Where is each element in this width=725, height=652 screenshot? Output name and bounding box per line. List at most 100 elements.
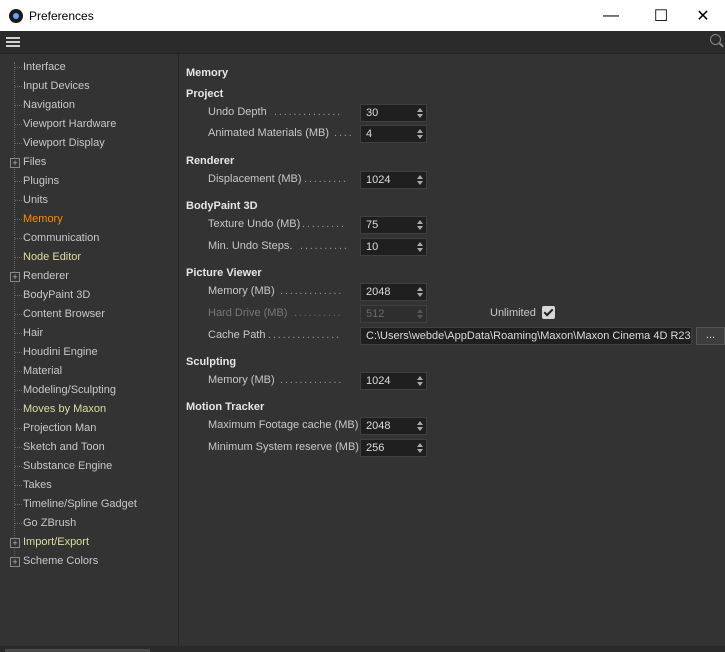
sidebar-item-node-editor[interactable]: Node Editor: [0, 248, 178, 267]
sidebar-item-label: Modeling/Sculpting: [23, 384, 116, 396]
stepper-arrows-icon[interactable]: [417, 442, 423, 454]
page-title: Memory: [186, 67, 229, 79]
sidebar-item-interface[interactable]: Interface: [0, 58, 178, 77]
sidebar-item-bodypaint-3d[interactable]: BodyPaint 3D: [0, 286, 178, 305]
sidebar-item-hair[interactable]: Hair: [0, 324, 178, 343]
sidebar-item-projection-man[interactable]: Projection Man: [0, 419, 178, 438]
expand-plus-icon[interactable]: +: [10, 538, 20, 548]
max-footage-label: Maximum Footage cache (MB): [208, 419, 359, 431]
section-heading-motion-tracker: Motion Tracker: [186, 401, 265, 413]
sidebar-item-label: Units: [23, 194, 49, 206]
expand-plus-icon[interactable]: +: [10, 557, 20, 567]
stepper-arrows-icon[interactable]: [417, 174, 423, 186]
sidebar-item-label: Viewport Hardware: [23, 118, 117, 130]
sidebar-item-viewport-display[interactable]: Viewport Display: [0, 134, 178, 153]
tree-branch-line: [15, 314, 22, 315]
tree-branch-line: [15, 105, 22, 106]
tree-branch-line: [15, 466, 22, 467]
sidebar-item-content-browser[interactable]: Content Browser: [0, 305, 178, 324]
tree-branch-line: [15, 67, 22, 68]
stepper-arrows-icon[interactable]: [417, 219, 423, 231]
pv-memory-value: 2048: [366, 286, 391, 298]
min-undo-steps-value: 10: [366, 241, 379, 253]
sidebar-item-label: Communication: [23, 232, 100, 244]
toolbar: [0, 31, 725, 54]
sidebar-item-files[interactable]: + Files: [0, 153, 178, 172]
tree-branch-line: [15, 504, 22, 505]
sidebar-item-label: Sketch and Toon: [23, 441, 105, 453]
stepper-arrows-icon[interactable]: [417, 107, 423, 119]
texture-undo-label: Texture Undo (MB): [208, 218, 301, 230]
pv-memory-field[interactable]: 2048: [360, 283, 427, 301]
tree-branch-line: [15, 333, 22, 334]
expand-plus-icon[interactable]: +: [10, 272, 20, 282]
sidebar-item-label: Takes: [23, 479, 52, 491]
sidebar-item-viewport-hardware[interactable]: Viewport Hardware: [0, 115, 178, 134]
minimize-button[interactable]: —: [588, 0, 634, 31]
sidebar-item-takes[interactable]: Takes: [0, 476, 178, 495]
tree-branch-line: [15, 86, 22, 87]
sidebar-item-modeling-sculpting[interactable]: Modeling/Sculpting: [0, 381, 178, 400]
search-icon[interactable]: [710, 34, 721, 45]
sidebar-item-memory[interactable]: Memory: [0, 210, 178, 229]
sidebar-item-communication[interactable]: Communication: [0, 229, 178, 248]
stepper-arrows-icon: [417, 308, 423, 320]
texture-undo-value: 75: [366, 219, 379, 231]
sidebar-item-go-zbrush[interactable]: Go ZBrush: [0, 514, 178, 533]
sidebar-item-sketch-and-toon[interactable]: Sketch and Toon: [0, 438, 178, 457]
stepper-arrows-icon[interactable]: [417, 241, 423, 253]
stepper-arrows-icon[interactable]: [417, 375, 423, 387]
undo-depth-field[interactable]: 30: [360, 104, 427, 122]
maximize-button[interactable]: ☐: [638, 0, 684, 31]
section-heading-bodypaint: BodyPaint 3D: [186, 200, 258, 212]
max-footage-field[interactable]: 2048: [360, 417, 427, 435]
leader-dots: .............: [280, 374, 344, 386]
displacement-field[interactable]: 1024: [360, 171, 427, 189]
menu-hamburger-icon[interactable]: [6, 37, 20, 47]
cache-path-label: Cache Path: [208, 329, 266, 341]
window-title: Preferences: [29, 9, 94, 23]
cache-path-field[interactable]: C:\Users\webde\AppData\Roaming\Maxon\Max…: [360, 327, 692, 345]
texture-undo-field[interactable]: 75: [360, 216, 427, 234]
sidebar-item-label: Interface: [23, 61, 66, 73]
sidebar-item-label: Timeline/Spline Gadget: [23, 498, 137, 510]
stepper-arrows-icon[interactable]: [417, 286, 423, 298]
close-button[interactable]: ✕: [680, 0, 725, 31]
cache-path-value: C:\Users\webde\AppData\Roaming\Maxon\Max…: [366, 330, 691, 342]
sidebar-item-import-export[interactable]: + Import/Export: [0, 533, 178, 552]
leader-dots: ..........: [294, 307, 343, 319]
leader-dots: .........: [304, 173, 348, 185]
sidebar-item-label: Substance Engine: [23, 460, 113, 472]
sidebar-item-scheme-colors[interactable]: + Scheme Colors: [0, 552, 178, 571]
sidebar-item-timeline-spline-gadget[interactable]: Timeline/Spline Gadget: [0, 495, 178, 514]
sidebar-item-substance-engine[interactable]: Substance Engine: [0, 457, 178, 476]
sidebar-item-renderer[interactable]: + Renderer: [0, 267, 178, 286]
sidebar-item-material[interactable]: Material: [0, 362, 178, 381]
stepper-arrows-icon[interactable]: [417, 128, 423, 140]
tree-branch-line: [15, 352, 22, 353]
tree-branch-line: [15, 447, 22, 448]
expand-plus-icon[interactable]: +: [10, 158, 20, 168]
unlimited-checkbox[interactable]: [542, 306, 555, 319]
section-heading-picture-viewer: Picture Viewer: [186, 267, 262, 279]
animated-materials-field[interactable]: 4: [360, 125, 427, 143]
sidebar-item-navigation[interactable]: Navigation: [0, 96, 178, 115]
leader-dots: ...............: [268, 329, 341, 341]
min-system-field[interactable]: 256: [360, 439, 427, 457]
sidebar-item-houdini-engine[interactable]: Houdini Engine: [0, 343, 178, 362]
sidebar-item-label: Input Devices: [23, 80, 90, 92]
tree-branch-line: [15, 523, 22, 524]
sidebar-item-input-devices[interactable]: Input Devices: [0, 77, 178, 96]
browse-button[interactable]: ...: [696, 327, 725, 345]
min-undo-steps-field[interactable]: 10: [360, 238, 427, 256]
tree-branch-line: [15, 219, 22, 220]
sidebar-item-plugins[interactable]: Plugins: [0, 172, 178, 191]
tree-branch-line: [15, 371, 22, 372]
sidebar-item-label: Node Editor: [23, 251, 82, 263]
sidebar-item-units[interactable]: Units: [0, 191, 178, 210]
sculpting-memory-field[interactable]: 1024: [360, 372, 427, 390]
sidebar-item-moves-by-maxon[interactable]: Moves by Maxon: [0, 400, 178, 419]
sidebar-item-label: Hair: [23, 327, 44, 339]
stepper-arrows-icon[interactable]: [417, 420, 423, 432]
hard-drive-field: 512: [360, 305, 427, 323]
